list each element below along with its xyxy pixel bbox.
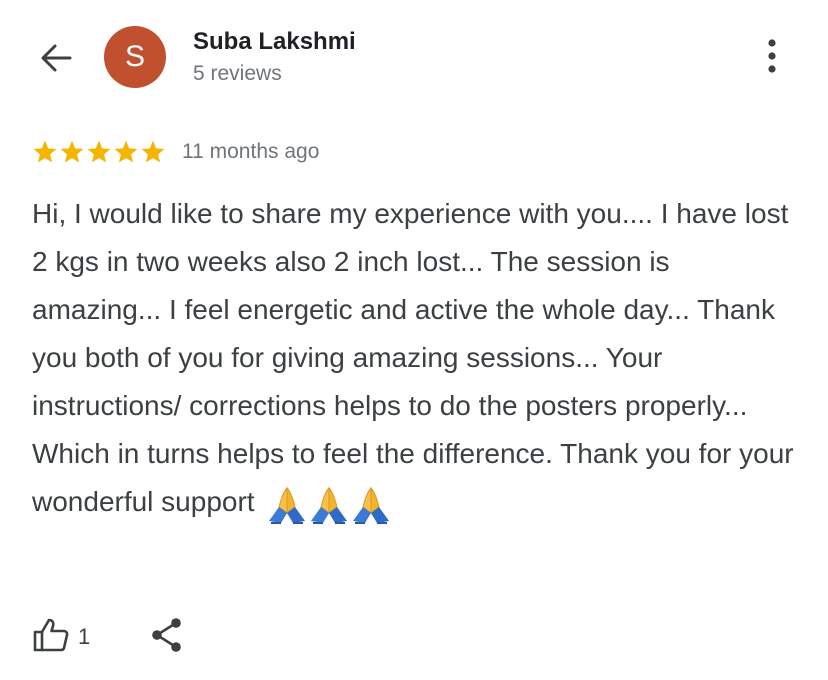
review-time: 11 months ago <box>182 140 320 163</box>
folded-hands-icon <box>269 487 306 525</box>
star-icon <box>87 140 111 163</box>
like-count: 1 <box>78 624 91 649</box>
reviewer-reviews-count: 5 reviews <box>193 62 282 85</box>
avatar-letter: S <box>124 40 145 73</box>
folded-hands-icon <box>353 487 390 525</box>
more-vertical-icon <box>767 38 777 78</box>
rating-row: 11 months ago <box>32 136 319 168</box>
thumbs-up-icon <box>32 617 70 658</box>
star-icon <box>114 140 138 163</box>
review-body: Hi, I would like to share my experience … <box>32 198 794 517</box>
star-icon <box>60 140 84 163</box>
folded-hands-icon <box>311 487 348 525</box>
avatar[interactable]: S <box>104 26 166 88</box>
star-rating <box>32 139 166 165</box>
star-icon <box>33 140 57 163</box>
more-options-button[interactable] <box>752 36 792 80</box>
review-header: S Suba Lakshmi 5 reviews <box>0 0 828 110</box>
folded-hands-emoji: 🙏🙏🙏 <box>266 480 392 528</box>
back-button[interactable] <box>34 38 78 82</box>
share-icon <box>150 617 184 658</box>
review-actions: 1 <box>32 612 184 662</box>
review-text: Hi, I would like to share my experience … <box>32 190 802 528</box>
reviewer-name[interactable]: Suba Lakshmi <box>193 28 356 56</box>
like-button[interactable]: 1 <box>32 617 90 658</box>
share-button[interactable] <box>150 617 184 658</box>
star-icon <box>141 140 165 163</box>
arrow-left-icon <box>38 40 74 81</box>
